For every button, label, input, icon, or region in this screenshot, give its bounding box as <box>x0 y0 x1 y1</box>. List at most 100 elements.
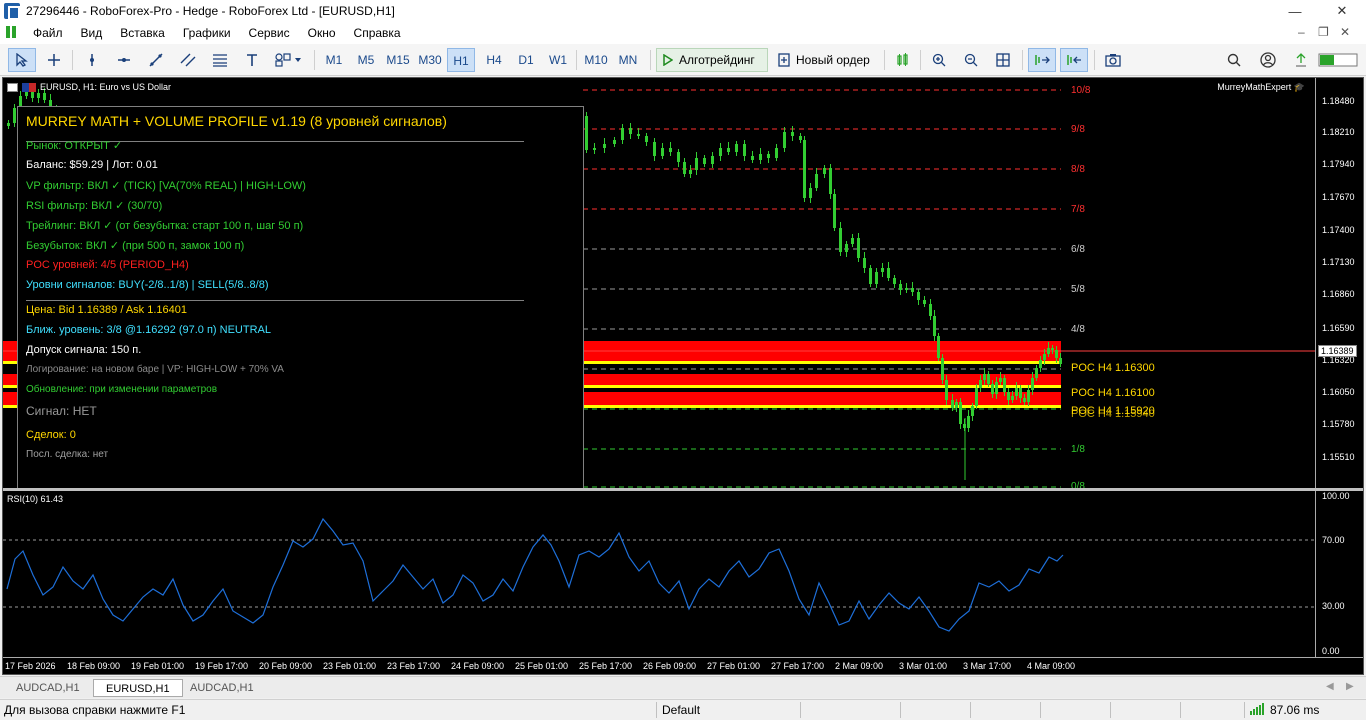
update-text: Обновление: при изменении параметров <box>26 384 218 395</box>
chart-window[interactable]: EURUSD, H1: Euro vs US Dollar MurreyMath… <box>2 77 1364 675</box>
rsi-indicator-chart[interactable] <box>3 491 1315 657</box>
new-order-label: Новый ордер <box>796 53 870 67</box>
time-tick: 27 Feb 01:00 <box>707 661 761 671</box>
tab-audcad-2[interactable]: AUDCAD,H1 <box>178 679 266 697</box>
trendline-icon[interactable] <box>142 48 170 72</box>
chart-minimize-icon[interactable]: – <box>1298 25 1305 39</box>
autoscroll-icon[interactable] <box>1028 48 1056 72</box>
zoom-out-icon[interactable] <box>958 48 984 72</box>
candle-body <box>661 148 664 156</box>
vp-filter-text: VP фильтр: ВКЛ ✓ (TICK) [VA(70% REAL) | … <box>26 180 306 192</box>
text-tool-icon[interactable] <box>238 48 266 72</box>
profile-name[interactable]: Default <box>662 703 700 717</box>
candle-body <box>1007 392 1010 400</box>
vertical-line-icon[interactable] <box>78 48 106 72</box>
chart-close-icon[interactable]: ✕ <box>1340 25 1350 39</box>
candle-body <box>829 168 832 194</box>
chart-shift-icon[interactable] <box>1060 48 1088 72</box>
candle-body <box>987 374 990 384</box>
new-order-button[interactable]: Новый ордер <box>772 48 878 72</box>
rsi-axis[interactable]: 100.00 70.00 30.00 0.00 <box>1315 491 1363 657</box>
account-icon[interactable] <box>1256 48 1280 72</box>
candle-body <box>613 140 616 144</box>
connection-bars-icon[interactable] <box>1250 703 1264 718</box>
tf-m15-button[interactable]: M15 <box>384 48 412 72</box>
close-button[interactable]: ✕ <box>1318 0 1366 22</box>
fibonacci-icon[interactable] <box>206 48 234 72</box>
tf-w1-button[interactable]: W1 <box>544 48 572 72</box>
crosshair-icon[interactable] <box>40 48 68 72</box>
candle-body <box>803 140 806 198</box>
candle-body <box>689 170 692 174</box>
channel-icon[interactable] <box>174 48 202 72</box>
candle-body <box>893 278 896 284</box>
candles-chart-icon[interactable] <box>890 48 916 72</box>
tf-d1-button[interactable]: D1 <box>512 48 540 72</box>
algotrading-button[interactable]: Алготрейдинг <box>656 48 768 72</box>
candle-body <box>25 92 28 96</box>
candle-body <box>703 158 706 164</box>
toolbar: M1 M5 M15 M30 H1 H4 D1 W1 M10 MN Алготре… <box>0 44 1366 76</box>
signal-levels-text: Уровни сигналов: BUY(-2/8..1/8) | SELL(5… <box>26 279 269 291</box>
rsi-filter-text: RSI фильтр: ВКЛ ✓ (30/70) <box>26 200 163 212</box>
candle-body <box>839 228 842 252</box>
candle-body <box>1011 396 1014 400</box>
tab-audcad-1[interactable]: AUDCAD,H1 <box>4 679 92 697</box>
chart-restore-icon[interactable]: ❐ <box>1318 25 1329 39</box>
candle-body <box>833 194 836 228</box>
time-tick: 4 Mar 09:00 <box>1027 661 1076 671</box>
candle-body <box>911 288 914 292</box>
poc-levels-text: POC уровней: 4/5 (PERIOD_H4) <box>26 259 189 271</box>
tf-m30-button[interactable]: M30 <box>416 48 444 72</box>
tab-eurusd[interactable]: EURUSD,H1 <box>93 679 183 697</box>
menu-tools[interactable]: Сервис <box>240 22 299 44</box>
search-icon[interactable] <box>1222 48 1246 72</box>
menu-insert[interactable]: Вставка <box>111 22 174 44</box>
connection-status-icon[interactable] <box>1316 48 1360 72</box>
menu-charts[interactable]: Графики <box>174 22 240 44</box>
expert-name[interactable]: MurreyMathExpert 🎓 <box>1217 82 1305 93</box>
time-tick: 24 Feb 09:00 <box>451 661 505 671</box>
candle-body <box>743 144 746 156</box>
rsi-line <box>6 517 1064 632</box>
tf-m10-button[interactable]: M10 <box>582 48 610 72</box>
candle-body <box>951 400 954 408</box>
rsi-title: RSI(10) 61.43 <box>7 494 64 504</box>
chart-menu-icon[interactable] <box>7 82 18 92</box>
tf-m5-button[interactable]: M5 <box>352 48 380 72</box>
candle-body <box>585 116 588 150</box>
time-axis[interactable]: 17 Feb 2026 18 Feb 09:00 19 Feb 01:00 19… <box>3 657 1363 674</box>
shapes-dropdown-icon[interactable] <box>270 48 308 72</box>
cursor-icon[interactable] <box>8 48 36 72</box>
horizontal-line-icon[interactable] <box>110 48 138 72</box>
candle-body <box>1003 378 1006 392</box>
tf-h1-button[interactable]: H1 <box>447 48 475 72</box>
candle-body <box>933 316 936 336</box>
candle-body <box>1015 388 1018 396</box>
minimize-button[interactable]: — <box>1272 0 1318 22</box>
nearest-level-text: Ближ. уровень: 3/8 @1.16292 (97.0 п) NEU… <box>26 324 271 336</box>
chart-menu-icon[interactable] <box>6 26 20 40</box>
candle-body <box>677 152 680 162</box>
screenshot-icon[interactable] <box>1100 48 1126 72</box>
murrey-level-label: 5/8 <box>1071 284 1085 295</box>
signal-strength-icon[interactable] <box>1290 48 1312 72</box>
menu-file[interactable]: Файл <box>24 22 72 44</box>
tile-windows-icon[interactable] <box>990 48 1016 72</box>
zoom-in-icon[interactable] <box>926 48 952 72</box>
tf-mn-button[interactable]: MN <box>614 48 642 72</box>
tabs-scroll-right-icon[interactable]: ▶ <box>1346 681 1354 692</box>
tf-h4-button[interactable]: H4 <box>480 48 508 72</box>
time-tick: 23 Feb 01:00 <box>323 661 377 671</box>
menu-view[interactable]: Вид <box>72 22 112 44</box>
menu-help[interactable]: Справка <box>345 22 410 44</box>
candle-body <box>645 136 648 142</box>
signal-text: Сигнал: НЕТ <box>26 404 97 418</box>
chart-symbol-title: EURUSD, H1: Euro vs US Dollar <box>40 82 172 92</box>
price-tick: 1.17400 <box>1322 225 1355 235</box>
menu-window[interactable]: Окно <box>299 22 345 44</box>
price-axis[interactable]: 1.18480 1.18210 1.17940 1.17670 1.17400 … <box>1315 78 1363 488</box>
tf-m1-button[interactable]: M1 <box>320 48 348 72</box>
time-tick: 26 Feb 09:00 <box>643 661 697 671</box>
tabs-scroll-left-icon[interactable]: ◀ <box>1326 681 1334 692</box>
